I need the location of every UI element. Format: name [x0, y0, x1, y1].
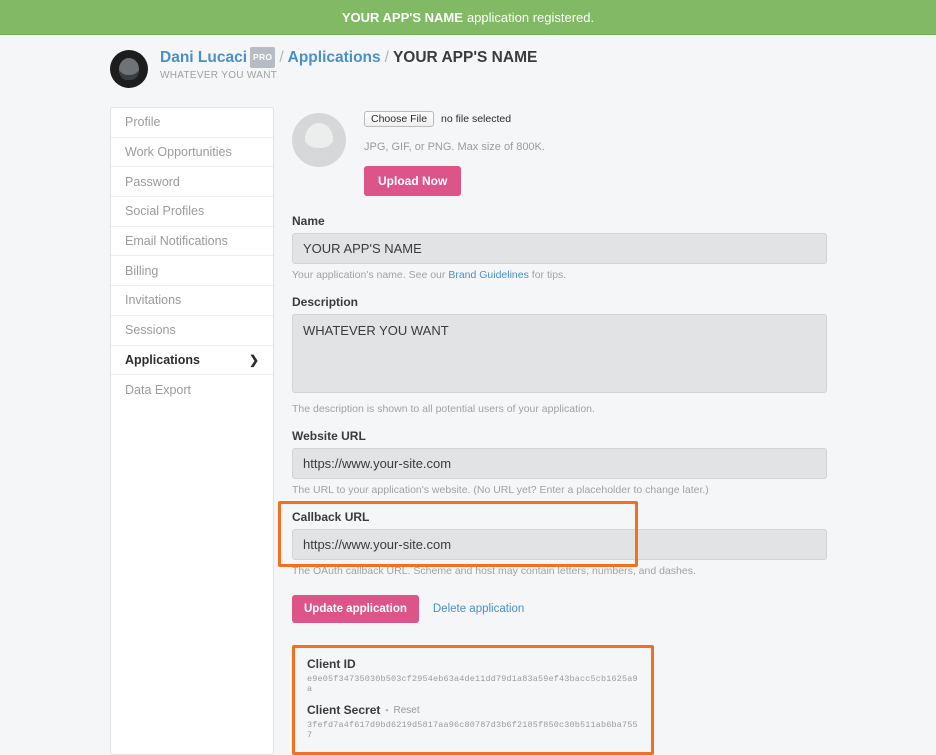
- name-input[interactable]: [292, 233, 827, 264]
- breadcrumb-separator-1: /: [279, 49, 283, 66]
- chevron-right-icon: ❯: [249, 353, 259, 367]
- callback-url-field-group: Callback URL The OAuth callback URL. Sch…: [292, 510, 827, 577]
- flash-banner: YOUR APP'S NAME application registered.: [0, 0, 936, 35]
- update-application-button[interactable]: Update application: [292, 595, 419, 623]
- sidebar-item-work-opportunities[interactable]: Work Opportunities: [111, 138, 273, 168]
- choose-file-button[interactable]: Choose File: [364, 111, 434, 127]
- client-id-label: Client ID: [307, 657, 639, 671]
- client-secret-label-text: Client Secret: [307, 703, 380, 717]
- callback-url-help: The OAuth callback URL. Scheme and host …: [292, 565, 827, 577]
- name-help: Your application's name. See our Brand G…: [292, 269, 827, 281]
- name-label: Name: [292, 214, 827, 228]
- client-id-label-text: Client ID: [307, 657, 356, 671]
- pro-badge: PRO: [250, 47, 275, 68]
- name-help-after: for tips.: [529, 269, 566, 281]
- description-label: Description: [292, 295, 827, 309]
- page-header: Dani LucaciPRO/Applications/YOUR APP'S N…: [0, 35, 936, 103]
- header-subtitle: WHATEVER YOU WANT: [160, 70, 537, 81]
- sidebar-item-sessions[interactable]: Sessions: [111, 316, 273, 346]
- sidebar-item-label: Sessions: [125, 323, 176, 337]
- callback-url-input[interactable]: [292, 529, 827, 560]
- user-avatar-icon: [110, 50, 148, 88]
- sidebar-item-social-profiles[interactable]: Social Profiles: [111, 197, 273, 227]
- settings-sidebar: Profile Work Opportunities Password Soci…: [110, 107, 274, 755]
- delete-application-link[interactable]: Delete application: [433, 603, 524, 615]
- sidebar-item-label: Invitations: [125, 293, 181, 307]
- credentials-spacer: [307, 694, 639, 703]
- breadcrumb-separator-2: /: [385, 49, 389, 66]
- breadcrumb-user-link[interactable]: Dani Lucaci: [160, 49, 247, 66]
- sidebar-item-profile[interactable]: Profile: [111, 108, 273, 138]
- name-field-group: Name Your application's name. See our Br…: [292, 214, 827, 281]
- sidebar-item-applications[interactable]: Applications ❯: [111, 346, 273, 376]
- file-name-text: no file selected: [441, 113, 511, 125]
- credentials-panel: Client ID e9e05f34735030b503cf2954eb63a4…: [292, 645, 654, 755]
- upload-controls: Choose File no file selected JPG, GIF, o…: [364, 107, 545, 196]
- content-layout: Profile Work Opportunities Password Soci…: [0, 107, 936, 755]
- client-secret-value: 3fefd7a4f617d9bd6219d5817aa96c80787d3b6f…: [307, 720, 639, 740]
- website-url-label: Website URL: [292, 429, 827, 443]
- name-help-before: Your application's name. See our: [292, 269, 448, 281]
- sidebar-item-label: Work Opportunities: [125, 145, 232, 159]
- sidebar-item-invitations[interactable]: Invitations: [111, 286, 273, 316]
- upload-hint: JPG, GIF, or PNG. Max size of 800K.: [364, 141, 545, 153]
- sidebar-item-label: Profile: [125, 115, 160, 129]
- form-actions: Update application Delete application: [292, 595, 827, 623]
- website-url-help: The URL to your application's website. (…: [292, 484, 827, 496]
- breadcrumb-applications-link[interactable]: Applications: [288, 49, 381, 66]
- avatar-upload-row: Choose File no file selected JPG, GIF, o…: [292, 107, 827, 196]
- upload-now-button[interactable]: Upload Now: [364, 166, 461, 196]
- sidebar-item-label: Applications: [125, 353, 200, 367]
- application-avatar-icon: [292, 113, 346, 167]
- separator-dot-icon: •: [385, 705, 388, 715]
- breadcrumb: Dani LucaciPRO/Applications/YOUR APP'S N…: [160, 47, 537, 68]
- sidebar-item-label: Social Profiles: [125, 204, 204, 218]
- callback-url-label: Callback URL: [292, 510, 827, 524]
- sidebar-item-password[interactable]: Password: [111, 167, 273, 197]
- description-textarea[interactable]: [292, 314, 827, 393]
- website-url-input[interactable]: [292, 448, 827, 479]
- flash-app-name: YOUR APP'S NAME: [342, 10, 463, 25]
- flash-message: application registered.: [467, 10, 594, 25]
- sidebar-item-data-export[interactable]: Data Export: [111, 375, 273, 404]
- header-text: Dani LucaciPRO/Applications/YOUR APP'S N…: [160, 47, 537, 81]
- brand-guidelines-link[interactable]: Brand Guidelines: [448, 269, 529, 281]
- breadcrumb-current: YOUR APP'S NAME: [393, 49, 537, 66]
- description-field-group: Description The description is shown to …: [292, 295, 827, 415]
- sidebar-item-label: Data Export: [125, 383, 191, 397]
- application-form: Choose File no file selected JPG, GIF, o…: [292, 107, 827, 755]
- sidebar-item-billing[interactable]: Billing: [111, 256, 273, 286]
- client-secret-label: Client Secret • Reset: [307, 703, 639, 717]
- website-url-field-group: Website URL The URL to your application'…: [292, 429, 827, 496]
- client-id-value: e9e05f34735030b503cf2954eb63a4de11dd79d1…: [307, 674, 639, 694]
- sidebar-item-email-notifications[interactable]: Email Notifications: [111, 227, 273, 257]
- sidebar-item-label: Email Notifications: [125, 234, 228, 248]
- reset-secret-link[interactable]: Reset: [394, 705, 420, 716]
- sidebar-item-label: Billing: [125, 264, 158, 278]
- description-help: The description is shown to all potentia…: [292, 403, 827, 415]
- sidebar-item-label: Password: [125, 175, 180, 189]
- file-input-row[interactable]: Choose File no file selected: [364, 111, 545, 127]
